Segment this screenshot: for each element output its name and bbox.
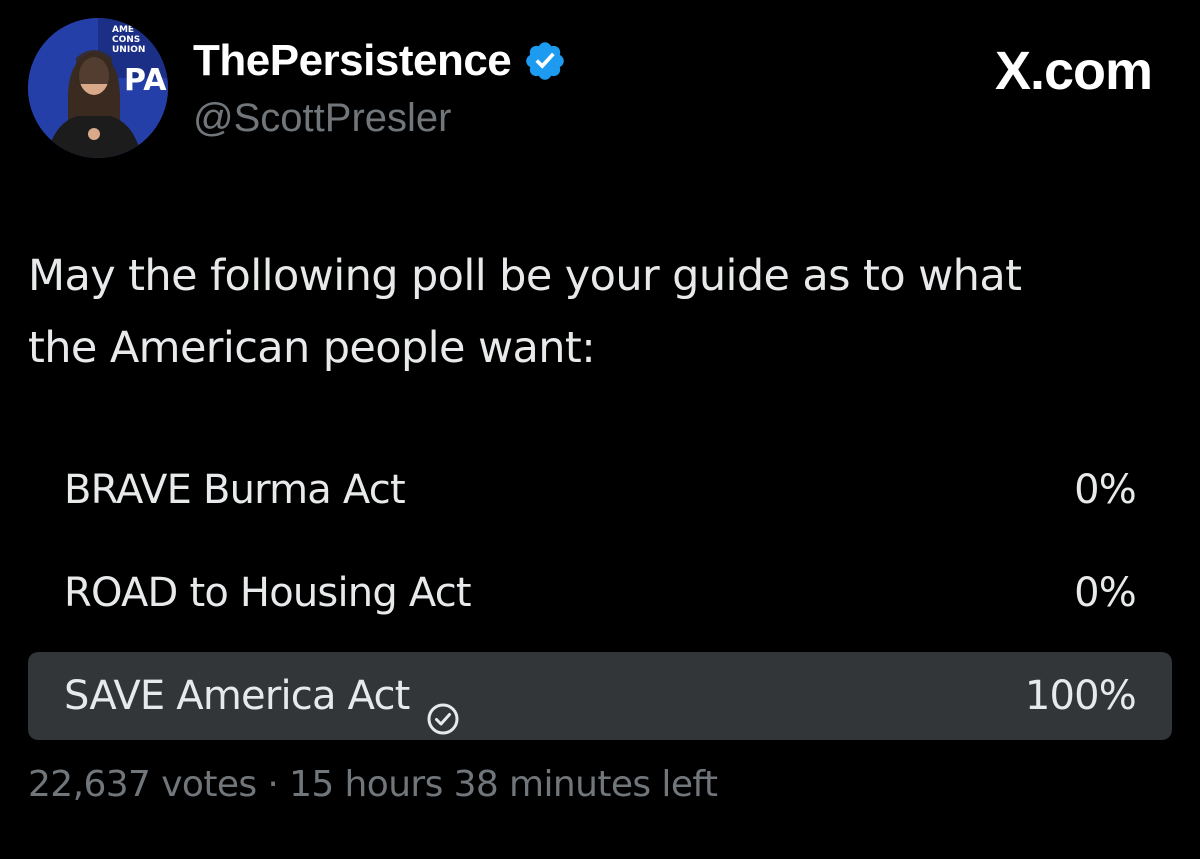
svg-text:AME: AME [112, 25, 134, 35]
poll-meta: 22,637 votes · 15 hours 38 minutes left [28, 764, 718, 805]
source-watermark: X.com [994, 41, 1153, 101]
poll-option-text: SAVE America Act [64, 673, 410, 719]
poll-meta-separator: · [267, 764, 279, 805]
poll: BRAVE Burma Act 0% ROAD to Housing Act 0… [28, 446, 1172, 755]
poll-option-percent: 100% [1024, 673, 1137, 719]
author-handle[interactable]: @ScottPresler [193, 96, 567, 141]
poll-option-percent: 0% [1074, 467, 1137, 513]
poll-option-text: ROAD to Housing Act [64, 570, 472, 616]
tweet-header: AME CONS UNION PA ThePersistence @ScottP… [28, 18, 1172, 158]
poll-option-save-america: SAVE America Act 100% [28, 652, 1172, 740]
author-identity: ThePersistence @ScottPresler [193, 36, 567, 141]
poll-option-label: ROAD to Housing Act [64, 549, 472, 637]
poll-time-left: 15 hours 38 minutes left [289, 764, 718, 805]
poll-option-brave-burma: BRAVE Burma Act 0% [28, 446, 1172, 534]
profile-photo-icon: AME CONS UNION PA [28, 18, 168, 158]
display-name-row: ThePersistence [193, 36, 567, 86]
poll-option-label: BRAVE Burma Act [64, 446, 406, 534]
display-name[interactable]: ThePersistence [193, 36, 512, 86]
voted-check-icon [426, 679, 460, 735]
tweet-text: May the following poll be your guide as … [28, 240, 1172, 384]
svg-text:PA: PA [124, 63, 167, 98]
avatar[interactable]: AME CONS UNION PA [28, 18, 168, 158]
verified-badge-icon [523, 39, 567, 83]
poll-vote-count: 22,637 votes [28, 764, 257, 805]
poll-option-percent: 0% [1074, 570, 1137, 616]
tweet-text-line-2: the American people want: [28, 323, 596, 373]
poll-option-road-to-housing: ROAD to Housing Act 0% [28, 549, 1172, 637]
tweet-text-line-1: May the following poll be your guide as … [28, 251, 1022, 301]
poll-option-label: SAVE America Act [64, 652, 460, 740]
poll-option-text: BRAVE Burma Act [64, 467, 406, 513]
svg-text:CONS: CONS [112, 35, 140, 45]
svg-text:UNION: UNION [112, 45, 145, 55]
